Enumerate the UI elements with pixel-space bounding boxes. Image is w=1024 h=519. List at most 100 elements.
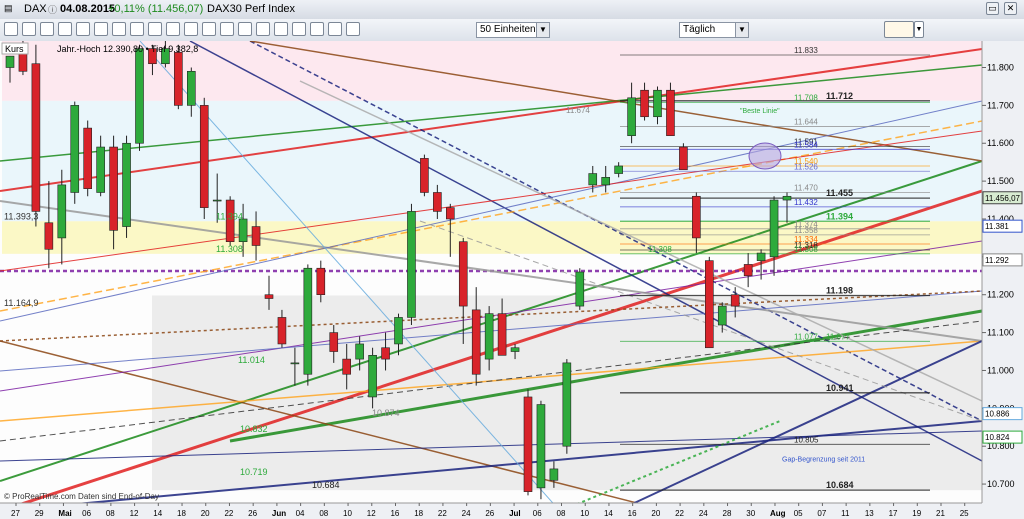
layout-icon[interactable] — [346, 22, 360, 36]
x-tick-label: 08 — [106, 509, 115, 518]
units-select-value: 50 Einheiten — [480, 24, 536, 35]
cursor-icon[interactable] — [4, 22, 18, 36]
candle-body — [135, 48, 144, 144]
magnet-icon[interactable] — [148, 22, 162, 36]
x-tick-label: 30 — [746, 509, 755, 518]
level-label: 11.394 — [826, 211, 853, 221]
candle-body — [303, 267, 313, 375]
candle-body — [199, 105, 209, 208]
x-tick-label: 28 — [723, 509, 732, 518]
candle-body — [96, 146, 105, 193]
eye-icon[interactable] — [202, 22, 216, 36]
highlight-circle — [748, 142, 782, 170]
y-tick-label: 11.100 — [987, 328, 1014, 338]
x-tick-label: 25 — [960, 509, 969, 518]
line-tool-icon[interactable] — [40, 22, 54, 36]
candle-body — [510, 347, 520, 352]
level-label: 11.432 — [794, 198, 818, 207]
x-tick-label: 26 — [485, 509, 494, 518]
title-bar: ▤ DAX ⓘ 04.08.2015 +0,11% (11.456,07) DA… — [0, 0, 1024, 20]
candle-body — [484, 313, 494, 360]
candle-body — [523, 396, 533, 492]
scissors-icon[interactable] — [292, 22, 306, 36]
level-label: 11.198 — [826, 285, 853, 295]
level-label: 11.708 — [794, 93, 818, 102]
units-select[interactable]: 50 Einheiten ▼ — [476, 22, 550, 38]
candle-body — [679, 146, 688, 171]
candle-body — [497, 313, 507, 356]
candle-body — [290, 362, 300, 365]
x-tick-label: 10 — [580, 509, 589, 518]
candle-body — [277, 317, 287, 345]
candle-body — [653, 89, 662, 118]
mid-label: 11.077 — [826, 332, 850, 341]
candle-body — [368, 355, 377, 398]
x-tick-label: Aug — [770, 509, 786, 518]
candle-body — [31, 63, 41, 212]
candle-body — [769, 199, 779, 258]
channel-icon[interactable] — [130, 22, 144, 36]
level-label: 11.470 — [794, 183, 818, 192]
candle-body — [174, 52, 183, 106]
candle-body — [692, 195, 701, 239]
x-tick-label: 24 — [699, 509, 708, 518]
left-label: 11.393,3 — [4, 212, 38, 222]
candle-body — [5, 55, 15, 68]
close-icon[interactable]: ✕ — [1004, 2, 1017, 15]
grid-icon[interactable] — [274, 22, 288, 36]
candle-body — [704, 260, 714, 349]
indicator-icon[interactable] — [238, 22, 252, 36]
left-label: 10.832 — [240, 424, 268, 434]
left-label: 10.719 — [240, 467, 268, 477]
x-tick-label: 04 — [296, 509, 305, 518]
lock-icon[interactable] — [184, 22, 198, 36]
candle-body — [458, 241, 468, 307]
export-icon[interactable] — [328, 22, 342, 36]
y-tick-label: 11.000 — [987, 365, 1014, 375]
price-chart[interactable]: 11.83311.71211.70811.64411.59111.58411.5… — [0, 41, 1024, 519]
period-select[interactable]: Täglich ▼ — [679, 22, 749, 38]
level-label: 11.077 — [794, 332, 818, 341]
candle-body — [44, 222, 54, 250]
restore-icon[interactable]: ▭ — [986, 2, 999, 15]
x-tick-label: 17 — [889, 509, 898, 518]
x-tick-label: 12 — [367, 509, 376, 518]
mid-label: 11.674 — [566, 106, 590, 115]
level-label: 11.308 — [794, 245, 818, 254]
annotation-label: "Beste Linie" — [740, 108, 780, 115]
rectangle-icon[interactable] — [112, 22, 126, 36]
candle-body — [471, 309, 481, 375]
y-tick-label: 11.500 — [987, 176, 1014, 186]
x-tick-label: 16 — [628, 509, 637, 518]
text-tool-icon[interactable] — [76, 22, 90, 36]
x-tick-label: 18 — [414, 509, 423, 518]
candle-body — [264, 294, 274, 299]
x-tick-label: 12 — [130, 509, 139, 518]
price-tag-label: 11.456,07 — [985, 194, 1021, 203]
candle-body — [187, 70, 196, 106]
delete-icon[interactable] — [166, 22, 180, 36]
candle-body — [381, 347, 390, 360]
chart-type-icon[interactable] — [884, 21, 914, 38]
x-tick-label: 07 — [817, 509, 826, 518]
candle-body — [614, 165, 623, 174]
chevron-down-icon: ▼ — [536, 23, 549, 37]
info-icon[interactable]: ⓘ — [48, 3, 57, 16]
left-label: 11.394 — [216, 211, 243, 221]
chart-toolbar: 50 Einheiten ▼ Täglich ▼ ▼ — [0, 19, 1024, 42]
chevron-down-icon[interactable]: ▼ — [914, 21, 924, 38]
x-tick-label: 21 — [936, 509, 945, 518]
period-select-value: Täglich — [683, 24, 716, 35]
print-icon[interactable] — [310, 22, 324, 36]
candle-body — [588, 173, 598, 186]
alert-icon[interactable] — [256, 22, 270, 36]
price-tag-label: 10.824 — [985, 433, 1010, 442]
fibonacci-icon[interactable] — [94, 22, 108, 36]
zoom-icon[interactable] — [22, 22, 36, 36]
pencil-icon[interactable] — [58, 22, 72, 36]
candle-body — [433, 192, 442, 212]
candle-body — [407, 211, 416, 318]
gear-icon[interactable] — [220, 22, 234, 36]
left-label: 11.014 — [238, 355, 265, 365]
symbol-label[interactable]: DAX — [24, 3, 47, 15]
